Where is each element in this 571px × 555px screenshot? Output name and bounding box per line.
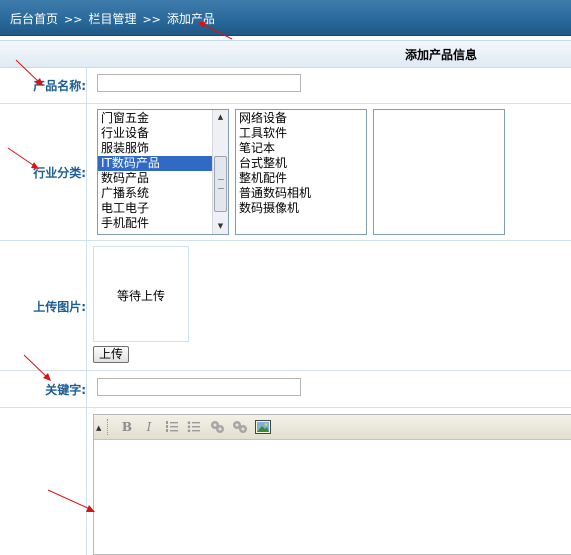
listbox-option[interactable]: 数码产品	[98, 171, 212, 186]
keyword-label: 关键字:	[45, 383, 86, 397]
image-icon[interactable]	[255, 420, 271, 434]
row-divider	[0, 407, 571, 408]
listbox-option[interactable]: 台式整机	[236, 156, 366, 171]
collapse-icon[interactable]: ▲	[96, 424, 101, 432]
breadcrumb: 后台首页 >> 栏目管理 >> 添加产品	[10, 10, 215, 27]
breadcrumb-section-link[interactable]: 栏目管理	[88, 10, 136, 27]
editor-toolbar: ▲ B I	[94, 415, 571, 440]
image-preview: 等待上传	[93, 246, 189, 342]
listbox-option[interactable]: 整机配件	[236, 171, 366, 186]
unordered-list-icon[interactable]	[187, 420, 201, 434]
listbox-option[interactable]: 工具软件	[236, 126, 366, 141]
italic-icon[interactable]: I	[142, 420, 156, 434]
listbox-option[interactable]: 服装服饰	[98, 141, 212, 156]
form-header: 添加产品信息	[0, 40, 571, 68]
listbox-option[interactable]: 手机配件	[98, 216, 212, 231]
category-level3-listbox[interactable]	[373, 109, 505, 235]
product-name-input[interactable]	[97, 74, 301, 92]
upload-button[interactable]: 上传	[93, 346, 129, 363]
upload-image-label: 上传图片:	[33, 300, 86, 314]
listbox-option[interactable]: 笔记本	[236, 141, 366, 156]
bold-icon[interactable]: B	[120, 420, 134, 434]
annotation-arrow	[23, 354, 51, 381]
listbox-option[interactable]: 门窗五金	[98, 111, 212, 126]
breadcrumb-home-link[interactable]: 后台首页	[10, 10, 58, 27]
toolbar-grip	[107, 419, 110, 435]
column-divider	[86, 67, 87, 555]
keyword-input[interactable]	[97, 378, 301, 396]
breadcrumb-separator: >>	[64, 13, 83, 26]
row-divider	[0, 370, 571, 371]
scroll-down-icon[interactable]: ▼	[213, 219, 228, 234]
category-label: 行业分类:	[33, 166, 86, 180]
upload-placeholder-text: 等待上传	[116, 289, 165, 303]
content-editor[interactable]: ▲ B I	[93, 414, 571, 555]
category-level1-listbox[interactable]: 门窗五金 行业设备 服装服饰 IT数码产品 数码产品 广播系统 电工电子 手机配件 ▲ ▼	[97, 109, 229, 235]
listbox-option[interactable]: 电工电子	[98, 201, 212, 216]
listbox-option[interactable]: 广播系统	[98, 186, 212, 201]
form-title: 添加产品信息	[405, 48, 478, 62]
listbox-option[interactable]: IT数码产品	[98, 156, 212, 171]
link-icon[interactable]	[210, 420, 224, 434]
listbox-option[interactable]: 数码摄像机	[236, 201, 366, 216]
row-divider	[0, 240, 571, 241]
listbox-scrollbar[interactable]: ▲ ▼	[212, 110, 228, 234]
top-bar: 后台首页 >> 栏目管理 >> 添加产品	[0, 0, 571, 36]
breadcrumb-current: 添加产品	[166, 12, 215, 26]
listbox-option[interactable]: 行业设备	[98, 126, 212, 141]
listbox-option[interactable]: 普通数码相机	[236, 186, 366, 201]
breadcrumb-separator: >>	[142, 13, 161, 26]
annotation-arrow	[47, 489, 95, 512]
product-name-label: 产品名称:	[33, 79, 86, 93]
scroll-up-icon[interactable]: ▲	[213, 110, 228, 125]
listbox-option[interactable]: 网络设备	[236, 111, 366, 126]
unlink-icon[interactable]	[232, 420, 247, 434]
category-level2-listbox[interactable]: 网络设备 工具软件 笔记本 台式整机 整机配件 普通数码相机 数码摄像机	[235, 109, 367, 235]
ordered-list-icon[interactable]	[165, 420, 179, 434]
scroll-thumb[interactable]	[214, 156, 227, 212]
row-divider	[0, 103, 571, 104]
